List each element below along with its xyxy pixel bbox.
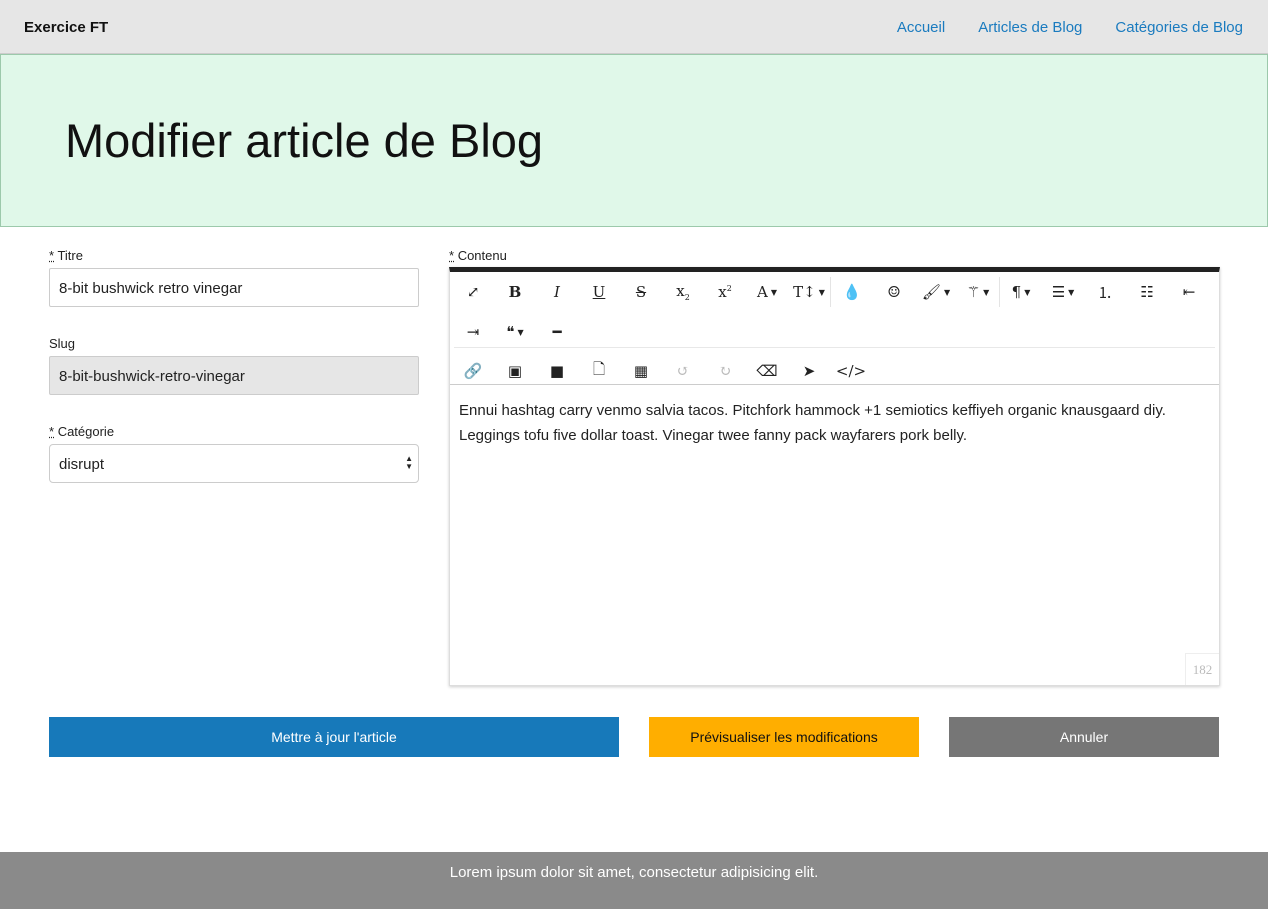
editor-toolbar: ⤢ B I U Sx2 x2 A ▼ T↕ ▼ 💧 ☺ 🖌 ▼ ⚚ ▼ ¶ ▼ ☰ ▼ ⒈ ☷ ⇤ ⇥ ❝ ▼ ━ 🔗 ▣ ■ 🗋 ▦ ↺ ↻… xyxy=(450,272,1219,385)
undo-icon: ↺ xyxy=(676,362,690,380)
code-view-button[interactable]: </> xyxy=(830,354,872,388)
paint-brush-button[interactable]: 🖌 ▼ xyxy=(915,275,957,309)
strikethrough-button[interactable]: S xyxy=(620,275,662,309)
category-value: disrupt xyxy=(59,456,105,473)
page-title: Modifier article de Blog xyxy=(65,114,544,167)
caret-down-icon: ▼ xyxy=(983,287,990,297)
video-icon: ■ xyxy=(549,362,565,380)
magic-wand-icon: ⚚ xyxy=(966,283,981,301)
table-icon: ▦ xyxy=(633,362,649,380)
align-icon: ☰ xyxy=(1051,283,1066,301)
quote-icon: ❝ xyxy=(506,323,515,341)
subscript-button[interactable]: x2 xyxy=(662,275,704,309)
caret-down-icon: ▼ xyxy=(1068,287,1075,297)
superscript-icon: x2 xyxy=(718,283,732,301)
rich-text-editor: ⤢ B I U Sx2 x2 A ▼ T↕ ▼ 💧 ☺ 🖌 ▼ ⚚ ▼ ¶ ▼ ☰ ▼ ⒈ ☷ ⇤ ⇥ ❝ ▼ ━ 🔗 ▣ ■ 🗋 ▦ ↺ ↻… xyxy=(449,267,1220,686)
paint-brush-icon: 🖌 xyxy=(921,283,941,301)
subscript-icon: x2 xyxy=(676,282,690,302)
code-view-icon: </> xyxy=(835,362,867,380)
nav-link-categories[interactable]: Catégories de Blog xyxy=(1115,19,1243,36)
fullscreen-button[interactable]: ⤢ xyxy=(452,275,494,309)
indent-button[interactable]: ⇥ xyxy=(452,315,494,349)
fullscreen-icon: ⤢ xyxy=(466,283,480,301)
file-button[interactable]: 🗋 xyxy=(578,354,620,388)
nav-link-articles[interactable]: Articles de Blog xyxy=(978,19,1082,36)
caret-down-icon: ▼ xyxy=(770,287,777,297)
hero-callout: Modifier article de Blog xyxy=(0,54,1268,227)
image-button[interactable]: ▣ xyxy=(494,354,536,388)
bold-icon: B xyxy=(508,283,522,301)
toolbar-divider xyxy=(454,347,1215,348)
bold-button[interactable]: B xyxy=(494,275,536,309)
category-label: * Catégorie xyxy=(49,424,115,439)
content-label: * Contenu xyxy=(449,248,507,263)
file-icon: 🗋 xyxy=(592,359,606,378)
unordered-list-icon: ☷ xyxy=(1140,283,1154,301)
color-icon: 💧 xyxy=(842,283,862,301)
outdent-icon: ⇤ xyxy=(1182,283,1196,301)
font-name-icon: A xyxy=(757,283,768,301)
redo-button[interactable]: ↻ xyxy=(704,354,746,388)
italic-icon: I xyxy=(554,283,560,301)
link-icon: 🔗 xyxy=(463,362,483,380)
category-select[interactable]: disrupt ▲ ▼ xyxy=(49,444,419,483)
select-arrows-icon: ▲ ▼ xyxy=(405,454,413,471)
quote-button[interactable]: ❝ ▼ xyxy=(494,315,536,349)
footer: Lorem ipsum dolor sit amet, consectetur … xyxy=(0,852,1268,909)
italic-button[interactable]: I xyxy=(536,275,578,309)
magic-wand-button[interactable]: ⚚ ▼ xyxy=(957,275,999,309)
ordered-list-icon: ⒈ xyxy=(1097,283,1113,302)
strikethrough-icon: S xyxy=(635,283,647,301)
emoji-icon: ☺ xyxy=(887,283,901,301)
caret-down-icon: ▼ xyxy=(943,287,951,297)
select-button[interactable]: ➤ xyxy=(788,354,830,388)
caret-down-icon: ▼ xyxy=(818,287,825,297)
cancel-button[interactable]: Annuler xyxy=(949,717,1219,757)
outdent-button[interactable]: ⇤ xyxy=(1168,275,1210,309)
unordered-list-button[interactable]: ☷ xyxy=(1126,275,1168,309)
brand[interactable]: Exercice FT xyxy=(24,19,108,36)
link-button[interactable]: 🔗 xyxy=(452,354,494,388)
color-button[interactable]: 💧 xyxy=(831,275,873,309)
preview-button[interactable]: Prévisualiser les modifications xyxy=(649,717,919,757)
select-icon: ➤ xyxy=(802,362,816,380)
eraser-icon: ⌫ xyxy=(756,362,778,380)
title-input[interactable]: 8-bit bushwick retro vinegar xyxy=(49,268,419,307)
align-button[interactable]: ☰ ▼ xyxy=(1042,275,1084,309)
top-bar: Exercice FT Accueil Articles de Blog Cat… xyxy=(0,0,1268,54)
eraser-button[interactable]: ⌫ xyxy=(746,354,788,388)
font-name-button[interactable]: A ▼ xyxy=(746,275,788,309)
video-button[interactable]: ■ xyxy=(536,354,578,388)
emoji-button[interactable]: ☺ xyxy=(873,275,915,309)
redo-icon: ↻ xyxy=(718,362,732,380)
undo-button[interactable]: ↺ xyxy=(662,354,704,388)
title-label: * Titre xyxy=(49,248,83,263)
font-size-button[interactable]: T↕ ▼ xyxy=(788,275,830,309)
font-size-icon: T↕ xyxy=(793,283,816,301)
indent-icon: ⇥ xyxy=(466,323,480,341)
caret-down-icon: ▼ xyxy=(1024,287,1031,297)
paragraph-icon: ¶ xyxy=(1011,283,1022,301)
underline-icon: U xyxy=(592,283,606,301)
slug-label: Slug xyxy=(49,336,76,351)
underline-button[interactable]: U xyxy=(578,275,620,309)
update-article-button[interactable]: Mettre à jour l'article xyxy=(49,717,619,757)
character-count: 182 xyxy=(1185,653,1219,685)
ordered-list-button[interactable]: ⒈ xyxy=(1084,275,1126,309)
horizontal-rule-icon: ━ xyxy=(552,323,562,341)
superscript-button[interactable]: x2 xyxy=(704,275,746,309)
footer-text: Lorem ipsum dolor sit amet, consectetur … xyxy=(449,864,819,881)
editor-content[interactable]: Ennui hashtag carry venmo salvia tacos. … xyxy=(450,385,1219,461)
horizontal-rule-button[interactable]: ━ xyxy=(536,315,578,349)
table-button[interactable]: ▦ xyxy=(620,354,662,388)
image-icon: ▣ xyxy=(507,362,523,380)
caret-down-icon: ▼ xyxy=(517,327,524,337)
paragraph-button[interactable]: ¶ ▼ xyxy=(1000,275,1042,309)
nav-link-accueil[interactable]: Accueil xyxy=(897,19,945,36)
slug-input[interactable]: 8-bit-bushwick-retro-vinegar xyxy=(49,356,419,395)
